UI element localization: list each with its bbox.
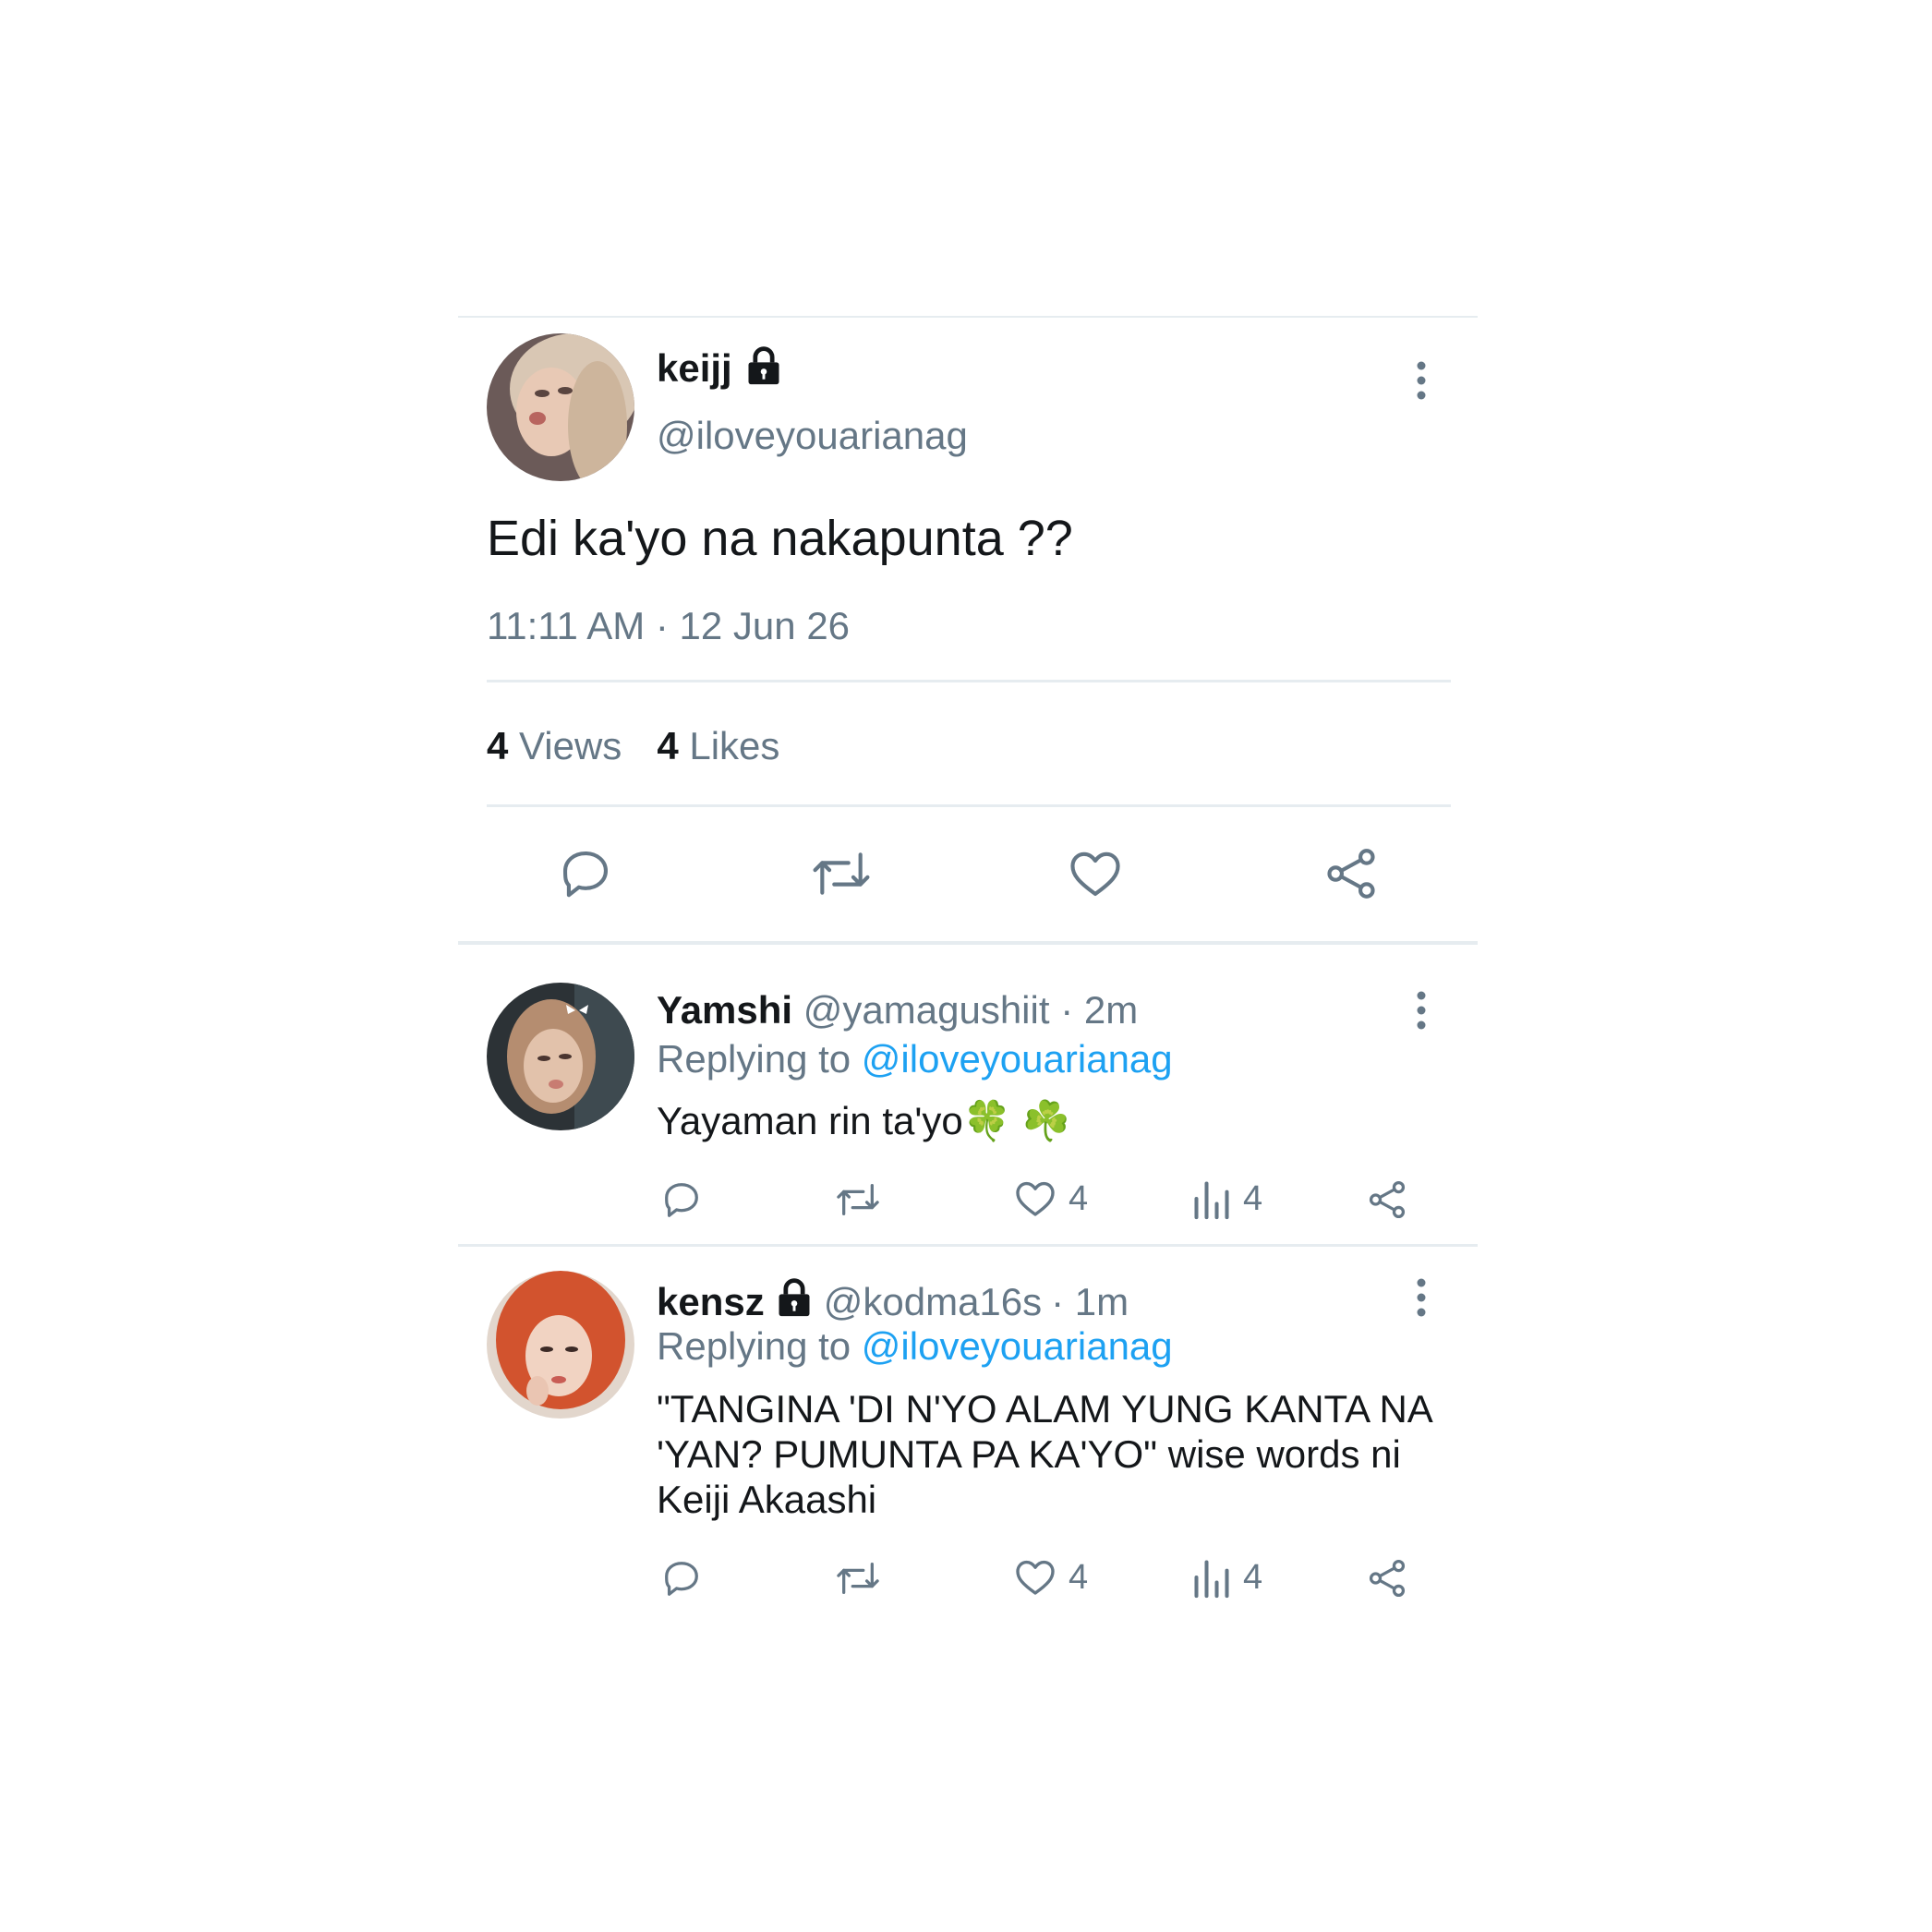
like-count: 4 [1069,1178,1089,1218]
author-handle[interactable]: @iloveyouarianag [657,414,968,458]
tweet-text: Edi ka'yo na nakapunta ?? [487,511,1073,566]
share-button[interactable] [1366,1178,1408,1221]
reply-icon [562,851,609,898]
reply-2-header: kensz @kodma16s · 1m [657,1277,1129,1327]
reply-1-replying-to: Replying to @iloveyouarianag [657,1037,1173,1081]
reply-2-handle[interactable]: @kodma16s [824,1280,1042,1324]
like-icon [1070,851,1120,897]
views-stat[interactable]: 4 Views [487,724,622,768]
replying-to-handle[interactable]: @iloveyouarianag [862,1037,1173,1081]
retweet-icon [813,852,870,895]
retweet-button[interactable] [809,845,874,902]
more-options-icon[interactable] [1403,1270,1440,1325]
retweet-icon [837,1563,879,1594]
replying-to-label: Replying to [657,1037,851,1081]
share-icon [1369,1559,1406,1598]
reply-button[interactable] [660,1557,703,1600]
stats-top-divider [487,680,1451,682]
retweet-icon [837,1184,879,1215]
like-icon [1016,1181,1055,1216]
like-button[interactable]: 4 [1013,1177,1088,1221]
tweet-timestamp[interactable]: 11:11 AM · 12 Jun 26 [487,604,850,648]
likes-stat[interactable]: 4 Likes [657,724,779,768]
author-name-row: keijj [657,345,784,391]
likes-count: 4 [657,724,679,767]
view-count: 4 [1243,1557,1263,1597]
retweet-button[interactable] [833,1557,883,1600]
views-label: Views [519,724,622,767]
reply-icon [665,1562,698,1596]
reply-2-text: "TANGINA 'DI N'YO ALAM YUNG KANTA NA 'YA… [657,1387,1431,1521]
like-button[interactable]: 4 [1013,1555,1088,1600]
share-button[interactable] [1322,845,1380,902]
avatar-reply-2[interactable] [487,1271,634,1419]
views-icon [1194,1181,1229,1220]
avatar-main-author[interactable] [487,333,634,481]
tweet-stats: 4 Views 4 Likes [487,724,779,768]
reply-1-bottom-divider [458,1244,1478,1247]
stats-bottom-divider [487,804,1451,807]
reply-1-display-name[interactable]: Yamshi [657,988,792,1032]
retweet-button[interactable] [833,1178,883,1221]
avatar-reply-1[interactable] [487,983,634,1130]
views-count: 4 [487,724,509,767]
more-options-icon[interactable] [1403,983,1440,1038]
reply-2-display-name[interactable]: kensz [657,1280,765,1324]
main-tweet-bottom-divider [458,941,1478,945]
reply-icon [665,1183,698,1217]
reply-2-time[interactable]: · 1m [1051,1280,1129,1324]
like-icon [1016,1560,1055,1595]
replying-to-label: Replying to [657,1324,851,1368]
views-button[interactable]: 4 [1191,1177,1262,1221]
like-button[interactable] [1067,845,1124,902]
share-button[interactable] [1366,1557,1408,1600]
top-divider [458,316,1478,318]
reply-button[interactable] [557,845,614,902]
reply-button[interactable] [660,1178,703,1221]
view-count: 4 [1243,1178,1263,1218]
reply-1-text-row: Yayaman rin ta'yo🍀 ☘️ [657,1099,1070,1144]
reply-1-text: Yayaman rin ta'yo [657,1099,963,1142]
views-button[interactable]: 4 [1191,1555,1262,1600]
clover-emoji: 🍀 ☘️ [962,1099,1070,1142]
share-icon [1369,1180,1406,1219]
lock-icon [743,345,784,391]
views-icon [1194,1560,1229,1599]
author-display-name[interactable]: keijj [657,346,732,391]
reply-1-header: Yamshi @yamagushiit · 2m [657,988,1138,1032]
lock-icon [774,1277,815,1327]
reply-1-handle[interactable]: @yamagushiit [803,988,1050,1032]
replying-to-handle[interactable]: @iloveyouarianag [862,1324,1173,1368]
more-options-icon[interactable] [1403,353,1440,408]
reply-2-replying-to: Replying to @iloveyouarianag [657,1324,1173,1369]
likes-label: Likes [689,724,780,767]
like-count: 4 [1069,1557,1089,1597]
reply-1-time[interactable]: · 2m [1060,988,1138,1032]
share-icon [1327,849,1375,899]
